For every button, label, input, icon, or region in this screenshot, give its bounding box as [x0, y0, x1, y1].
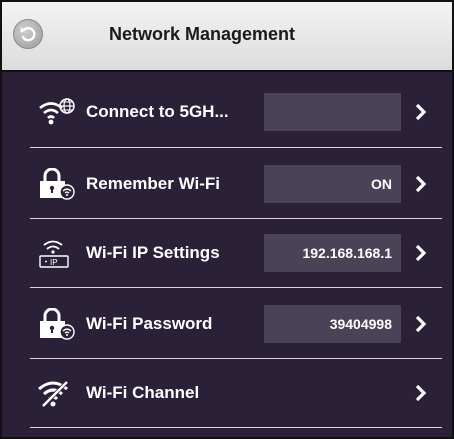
lock-wifi-icon — [36, 307, 84, 341]
chevron-right-icon[interactable] — [414, 243, 428, 263]
header-bar: Network Management — [2, 2, 452, 72]
row-wifi-ip-settings[interactable]: IP Wi-Fi IP Settings 192.168.168.1 — [30, 224, 442, 282]
value-field[interactable]: 192.168.168.1 — [264, 234, 401, 272]
row-label: Connect to 5GH... — [86, 102, 229, 121]
page-title: Network Management — [109, 24, 296, 44]
divider — [30, 218, 442, 219]
network-management-screen: Network Management Connect to 5GH... Rem… — [0, 0, 454, 439]
lock-wifi-icon — [36, 167, 84, 201]
chevron-right-icon[interactable] — [414, 314, 428, 334]
row-label: Wi-Fi Channel — [86, 383, 200, 402]
ip-badge-text: IP — [50, 258, 58, 267]
row-wifi-password[interactable]: Wi-Fi Password 39404998 — [30, 295, 442, 353]
row-label: Wi-Fi IP Settings — [86, 243, 220, 262]
chevron-right-icon[interactable] — [414, 174, 428, 194]
divider — [30, 358, 442, 359]
wifi-globe-icon — [36, 95, 84, 129]
divider — [30, 427, 442, 428]
wifi-ip-icon: IP — [36, 236, 84, 270]
row-wifi-channel[interactable]: Wi-Fi Channel — [30, 364, 442, 422]
value-field[interactable]: ON — [264, 165, 401, 203]
row-remember-wifi[interactable]: Remember Wi-Fi ON — [30, 155, 442, 213]
row-connect-5ghz[interactable]: Connect to 5GH... — [30, 83, 442, 141]
row-label: Wi-Fi Password — [86, 314, 213, 333]
divider — [30, 147, 442, 148]
back-button[interactable] — [13, 19, 43, 49]
value-field[interactable] — [264, 93, 401, 131]
row-label: Remember Wi-Fi — [86, 174, 220, 193]
back-arrow-icon — [20, 27, 36, 42]
value-field[interactable]: 39404998 — [264, 305, 401, 343]
divider — [30, 287, 442, 288]
wifi-signal-icon — [36, 376, 84, 410]
chevron-right-icon[interactable] — [414, 102, 428, 122]
chevron-right-icon[interactable] — [414, 383, 428, 403]
